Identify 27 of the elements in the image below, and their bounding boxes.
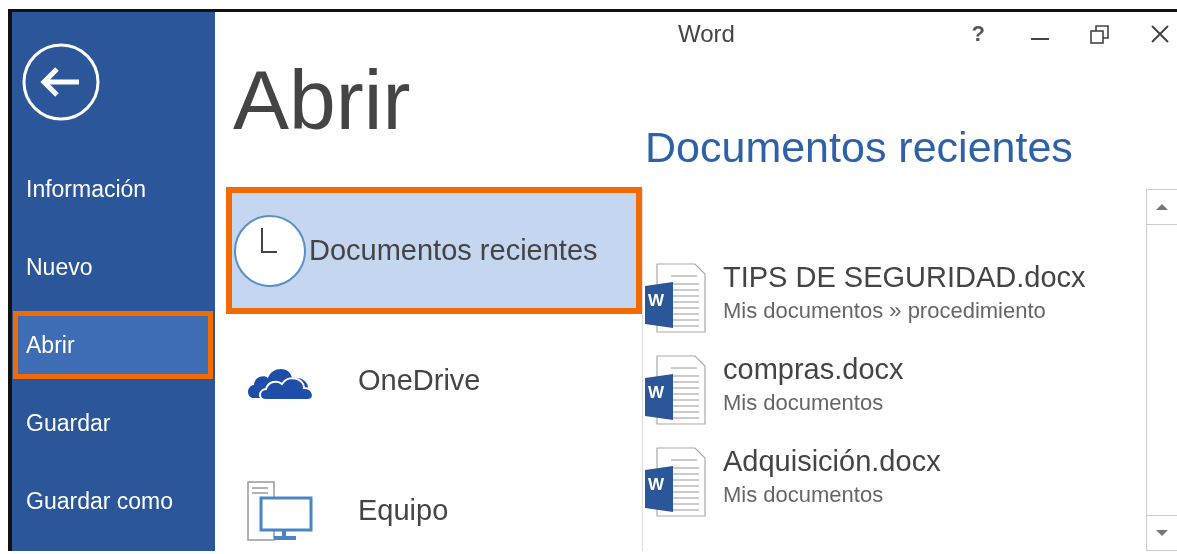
sidebar-item[interactable]: Guardar como [13, 467, 213, 535]
sidebar-item[interactable]: Abrir [13, 311, 213, 379]
computer-icon [246, 479, 314, 542]
clock-icon [233, 213, 307, 288]
file-path: Mis documentos » procedimiento [723, 298, 1047, 325]
sidebar-item[interactable]: Información [13, 155, 213, 223]
sidebar-item[interactable]: Guardar [13, 389, 213, 457]
place-item[interactable]: OneDrive [226, 317, 642, 444]
sidebar-item[interactable]: Nuevo [13, 233, 213, 301]
close-icon[interactable] [1149, 23, 1171, 45]
file-path: Mis documentos [723, 390, 885, 417]
section-heading: Documentos recientes [645, 126, 1074, 169]
place-item[interactable]: Documentos recientes [226, 187, 642, 314]
place-item[interactable]: Equipo [226, 447, 642, 551]
scrollbar[interactable] [1146, 189, 1177, 551]
back-icon[interactable] [21, 42, 101, 122]
file-path: Mis documentos [723, 482, 885, 509]
help-button[interactable]: ? [971, 21, 985, 47]
window-title: Word [678, 20, 735, 48]
recent-file-item[interactable]: W TIPS DE SEGURIDAD.docx Mis documentos » procedimiento [643, 262, 1146, 334]
recent-file-item[interactable]: W Adquisición.docx Mis documentos [643, 446, 1146, 518]
file-name: Adquisición.docx [723, 446, 941, 477]
file-name: TIPS DE SEGURIDAD.docx [723, 262, 1086, 293]
recent-file-item[interactable]: W compras.docx Mis documentos [643, 354, 1146, 426]
file-name: compras.docx [723, 354, 904, 385]
restore-icon[interactable] [1089, 23, 1111, 45]
page-title: Abrir [233, 58, 412, 142]
